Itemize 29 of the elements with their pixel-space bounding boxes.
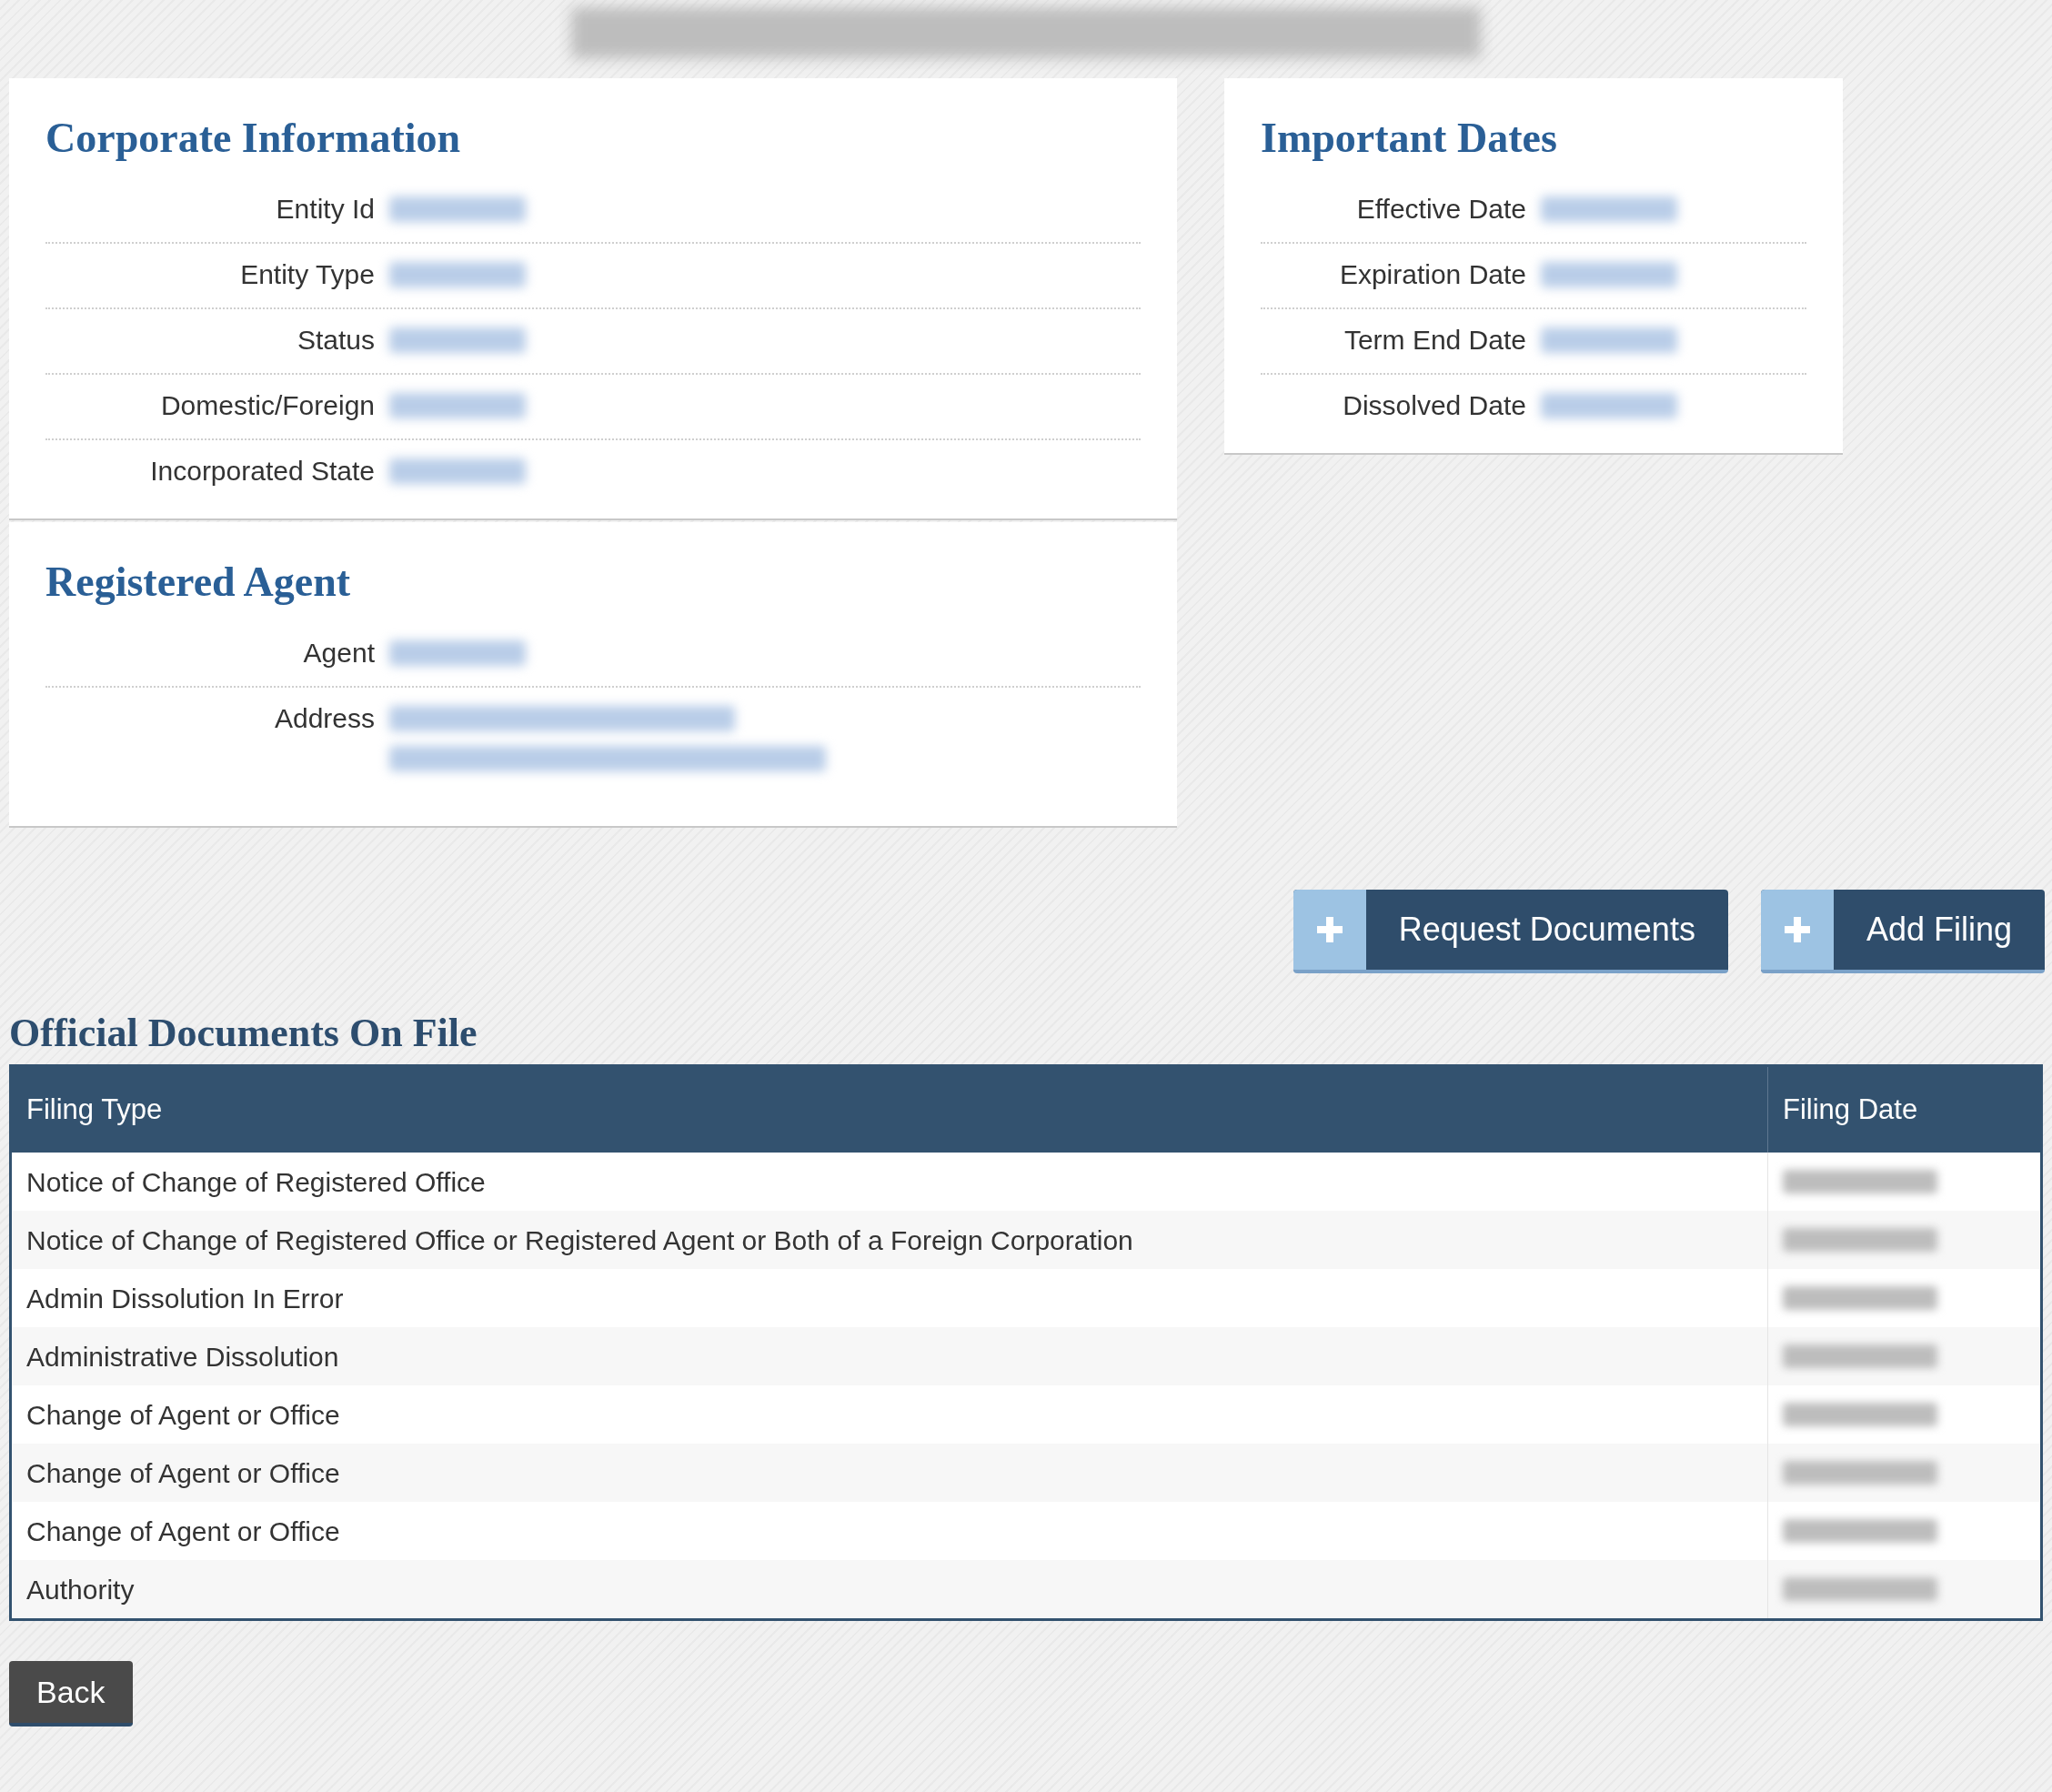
field-label: Domestic/Foreign xyxy=(159,389,376,422)
action-button[interactable]: Request Documents xyxy=(1293,890,1728,973)
field-label: Expiration Date xyxy=(1338,258,1527,291)
table-cell-text: Change of Agent or Office xyxy=(25,1515,341,1548)
field-label: Agent xyxy=(302,637,376,669)
field-label: Term End Date xyxy=(1343,324,1527,357)
plus-icon xyxy=(1782,915,1812,944)
field-label: Effective Date xyxy=(1355,193,1527,226)
action-button[interactable]: Add Filing xyxy=(1760,890,2045,973)
field-label: Incorporated State xyxy=(149,455,376,488)
back-button[interactable]: Back xyxy=(9,1661,133,1727)
plus-icon xyxy=(1314,915,1344,944)
field-label: Entity Type xyxy=(239,258,376,291)
card-title: Corporate Information xyxy=(45,114,462,163)
field-label: Address xyxy=(273,702,376,735)
field-label: Entity Id xyxy=(275,193,376,226)
card-title: Important Dates xyxy=(1261,114,1558,163)
column-header: Filing Type xyxy=(25,1092,164,1127)
table-cell-text: Change of Agent or Office xyxy=(25,1398,341,1432)
field-label: Dissolved Date xyxy=(1342,389,1527,422)
card-title: Registered Agent xyxy=(45,558,352,607)
table-cell-text: Admin Dissolution In Error xyxy=(25,1282,345,1315)
field-label: Status xyxy=(296,324,376,357)
section-title: Official Documents On File xyxy=(9,1010,478,1057)
table-cell-text: Administrative Dissolution xyxy=(25,1340,340,1374)
table-cell-text: Change of Agent or Office xyxy=(25,1456,341,1490)
table-cell-text: Authority xyxy=(25,1573,136,1606)
table-cell-text: Notice of Change of Registered Office xyxy=(25,1165,487,1199)
table-cell-text: Notice of Change of Registered Office or Registered Agent or Both of a Foreign Corporation xyxy=(25,1223,1134,1257)
